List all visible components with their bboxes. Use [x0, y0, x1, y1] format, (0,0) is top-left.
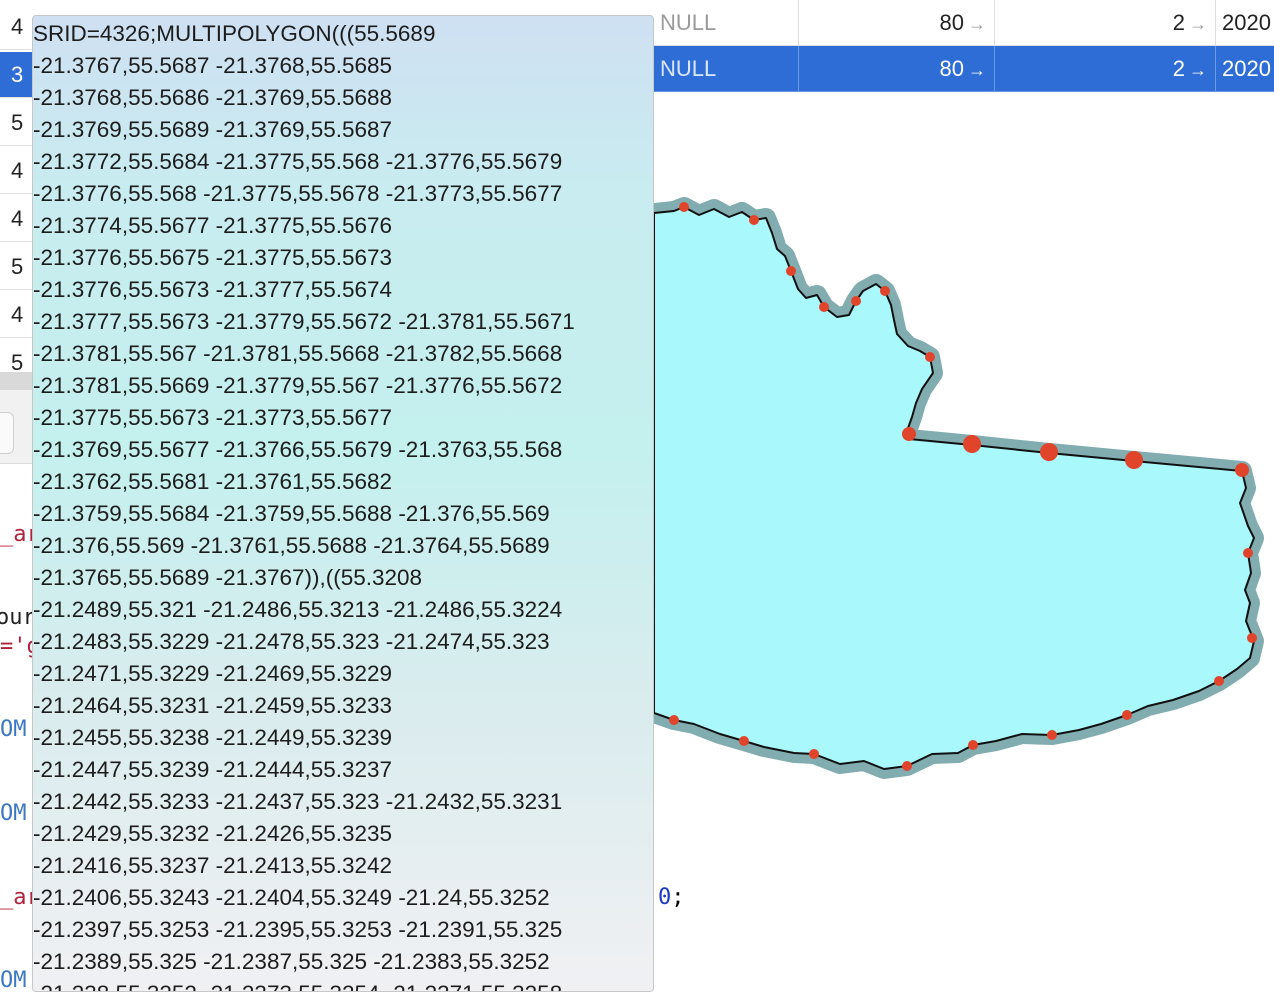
tooltip-line: -21.2406,55.3243 -21.2404,55.3249 -21.24… [33, 885, 550, 910]
code-fragment: our [0, 605, 36, 630]
vertex-point [880, 286, 890, 296]
vertex-point [851, 296, 861, 306]
tooltip-line: -21.3781,55.5669 -21.3779,55.567 -21.377… [33, 373, 563, 398]
code-number: 0 [658, 885, 672, 910]
panel-toggle-button[interactable] [0, 412, 14, 454]
tooltip-line: -21.2455,55.3238 -21.2449,55.3239 [33, 725, 393, 750]
tooltip-line: -21.3769,55.5689 -21.3769,55.5687 [33, 117, 393, 142]
tooltip-line: -21.3774,55.5677 -21.3775,55.5676 [33, 213, 393, 238]
vertex-point [1247, 633, 1257, 643]
results-grid: NULL 80 → 2 → 2020 NULL 80 → 2 → 2020 [654, 0, 1274, 93]
cell-value: 80 [939, 10, 964, 35]
tooltip-line: -21.3765,55.5689 -21.3767)),((55.3208 [33, 565, 423, 590]
cell-value: 80 [939, 56, 964, 81]
tooltip-line: -21.2389,55.325 -21.2387,55.325 -21.2383… [33, 949, 550, 974]
tooltip-line: -21.3767,55.5687 -21.3768,55.5685 [33, 53, 393, 78]
code-fragment: OM [0, 801, 27, 826]
code-fragment: OM [0, 968, 27, 993]
horizontal-scrollbar[interactable] [0, 372, 32, 390]
row-number[interactable]: 5 [0, 100, 32, 146]
tooltip-line: -21.3759,55.5684 -21.3759,55.5688 -21.37… [33, 501, 550, 526]
tooltip-line: -21.3776,55.5673 -21.3777,55.5674 [33, 277, 393, 302]
vertex-point [902, 427, 916, 441]
cell-value: 2 [1172, 56, 1185, 81]
tooltip-line: -21.3775,55.5673 -21.3773,55.5677 [33, 405, 393, 430]
vertex-point [1235, 463, 1249, 477]
foreign-key-arrow-icon[interactable]: → [968, 14, 986, 34]
tooltip-line: -21.3769,55.5677 -21.3766,55.5679 -21.37… [33, 437, 563, 462]
tooltip-line: -21.2442,55.3233 -21.2437,55.323 -21.243… [33, 789, 563, 814]
vertex-point [1243, 548, 1253, 558]
vertex-point [786, 266, 796, 276]
editor-background [654, 790, 1274, 992]
null-cell[interactable]: NULL [654, 46, 799, 92]
tooltip-line: -21.2397,55.3253 -21.2395,55.3253 -21.23… [33, 917, 563, 942]
vertex-point [749, 215, 759, 225]
date-cell[interactable]: 2020 [1216, 0, 1274, 46]
row-number-column: 43544545 [0, 0, 32, 386]
number-cell[interactable]: 80 → [799, 46, 995, 92]
date-cell[interactable]: 2020 [1216, 46, 1274, 92]
foreign-key-arrow-icon[interactable]: → [1189, 14, 1207, 34]
vertex-point [925, 352, 935, 362]
tooltip-line: -21.376,55.569 -21.3761,55.5688 -21.3764… [33, 533, 550, 558]
tooltip-line: -21.2429,55.3232 -21.2426,55.3235 [33, 821, 393, 846]
tooltip-line: -21.2416,55.3237 -21.2413,55.3242 [33, 853, 393, 878]
tooltip-line: -21.238,55.3252 -21.2373,55.3254 -21.237… [33, 978, 562, 991]
vertex-point [1047, 730, 1057, 740]
tooltip-line: -21.2483,55.3229 -21.2478,55.323 -21.247… [33, 629, 550, 654]
code-punct: ; [671, 885, 685, 910]
tooltip-line: -21.3768,55.5686 -21.3769,55.5688 [33, 85, 393, 110]
vertex-point [963, 435, 981, 453]
tooltip-line: -21.2489,55.321 -21.2486,55.3213 -21.248… [33, 597, 563, 622]
number-cell[interactable]: 80 → [799, 0, 995, 46]
foreign-key-arrow-icon[interactable]: → [968, 60, 986, 80]
cell-value: 2 [1172, 10, 1185, 35]
row-number[interactable]: 4 [0, 196, 32, 242]
tooltip-line: -21.3762,55.5681 -21.3761,55.5682 [33, 469, 393, 494]
foreign-key-arrow-icon[interactable]: → [1189, 60, 1207, 80]
row-number[interactable]: 3 [0, 52, 32, 98]
number-cell[interactable]: 2 → [995, 0, 1216, 46]
vertex-point [1122, 710, 1132, 720]
polygon-map [644, 197, 1264, 779]
vertex-point [739, 736, 749, 746]
tooltip-line: -21.2447,55.3239 -21.2444,55.3237 [33, 757, 393, 782]
tooltip-line: -21.3772,55.5684 -21.3775,55.568 -21.377… [33, 149, 563, 174]
row-number[interactable]: 4 [0, 292, 32, 338]
code-fragment: OM [0, 717, 27, 742]
vertex-point [669, 715, 679, 725]
divider [0, 463, 32, 464]
vertex-point [902, 761, 912, 771]
tooltip-line: -21.2471,55.3229 -21.2469,55.3229 [33, 661, 393, 686]
vertex-point [1125, 451, 1143, 469]
vertex-point [1040, 443, 1058, 461]
vertex-point [968, 740, 978, 750]
code-fragment-right: 0; [658, 885, 685, 910]
vertex-point [819, 302, 829, 312]
geometry-tooltip: SRID=4326;MULTIPOLYGON(((55.5689 -21.3767… [32, 15, 654, 992]
number-cell[interactable]: 2 → [995, 46, 1216, 92]
vertex-point [679, 202, 689, 212]
polygon-outline [653, 206, 1255, 770]
tooltip-line: SRID=4326;MULTIPOLYGON(((55.5689 [33, 21, 436, 46]
tooltip-line: -21.3777,55.5673 -21.3779,55.5672 -21.37… [33, 309, 575, 334]
tooltip-line: -21.2464,55.3231 -21.2459,55.3233 [33, 693, 393, 718]
row-number[interactable]: 4 [0, 4, 32, 50]
geometry-preview [644, 93, 1274, 790]
tooltip-line: -21.3781,55.567 -21.3781,55.5668 -21.378… [33, 341, 563, 366]
null-cell[interactable]: NULL [654, 0, 799, 46]
vertex-point [1214, 676, 1224, 686]
row-number[interactable]: 4 [0, 148, 32, 194]
tooltip-line: -21.3776,55.5675 -21.3775,55.5673 [33, 245, 393, 270]
tooltip-line: -21.3776,55.568 -21.3775,55.5678 -21.377… [33, 181, 563, 206]
row-number[interactable]: 5 [0, 244, 32, 290]
vertex-point [809, 749, 819, 759]
